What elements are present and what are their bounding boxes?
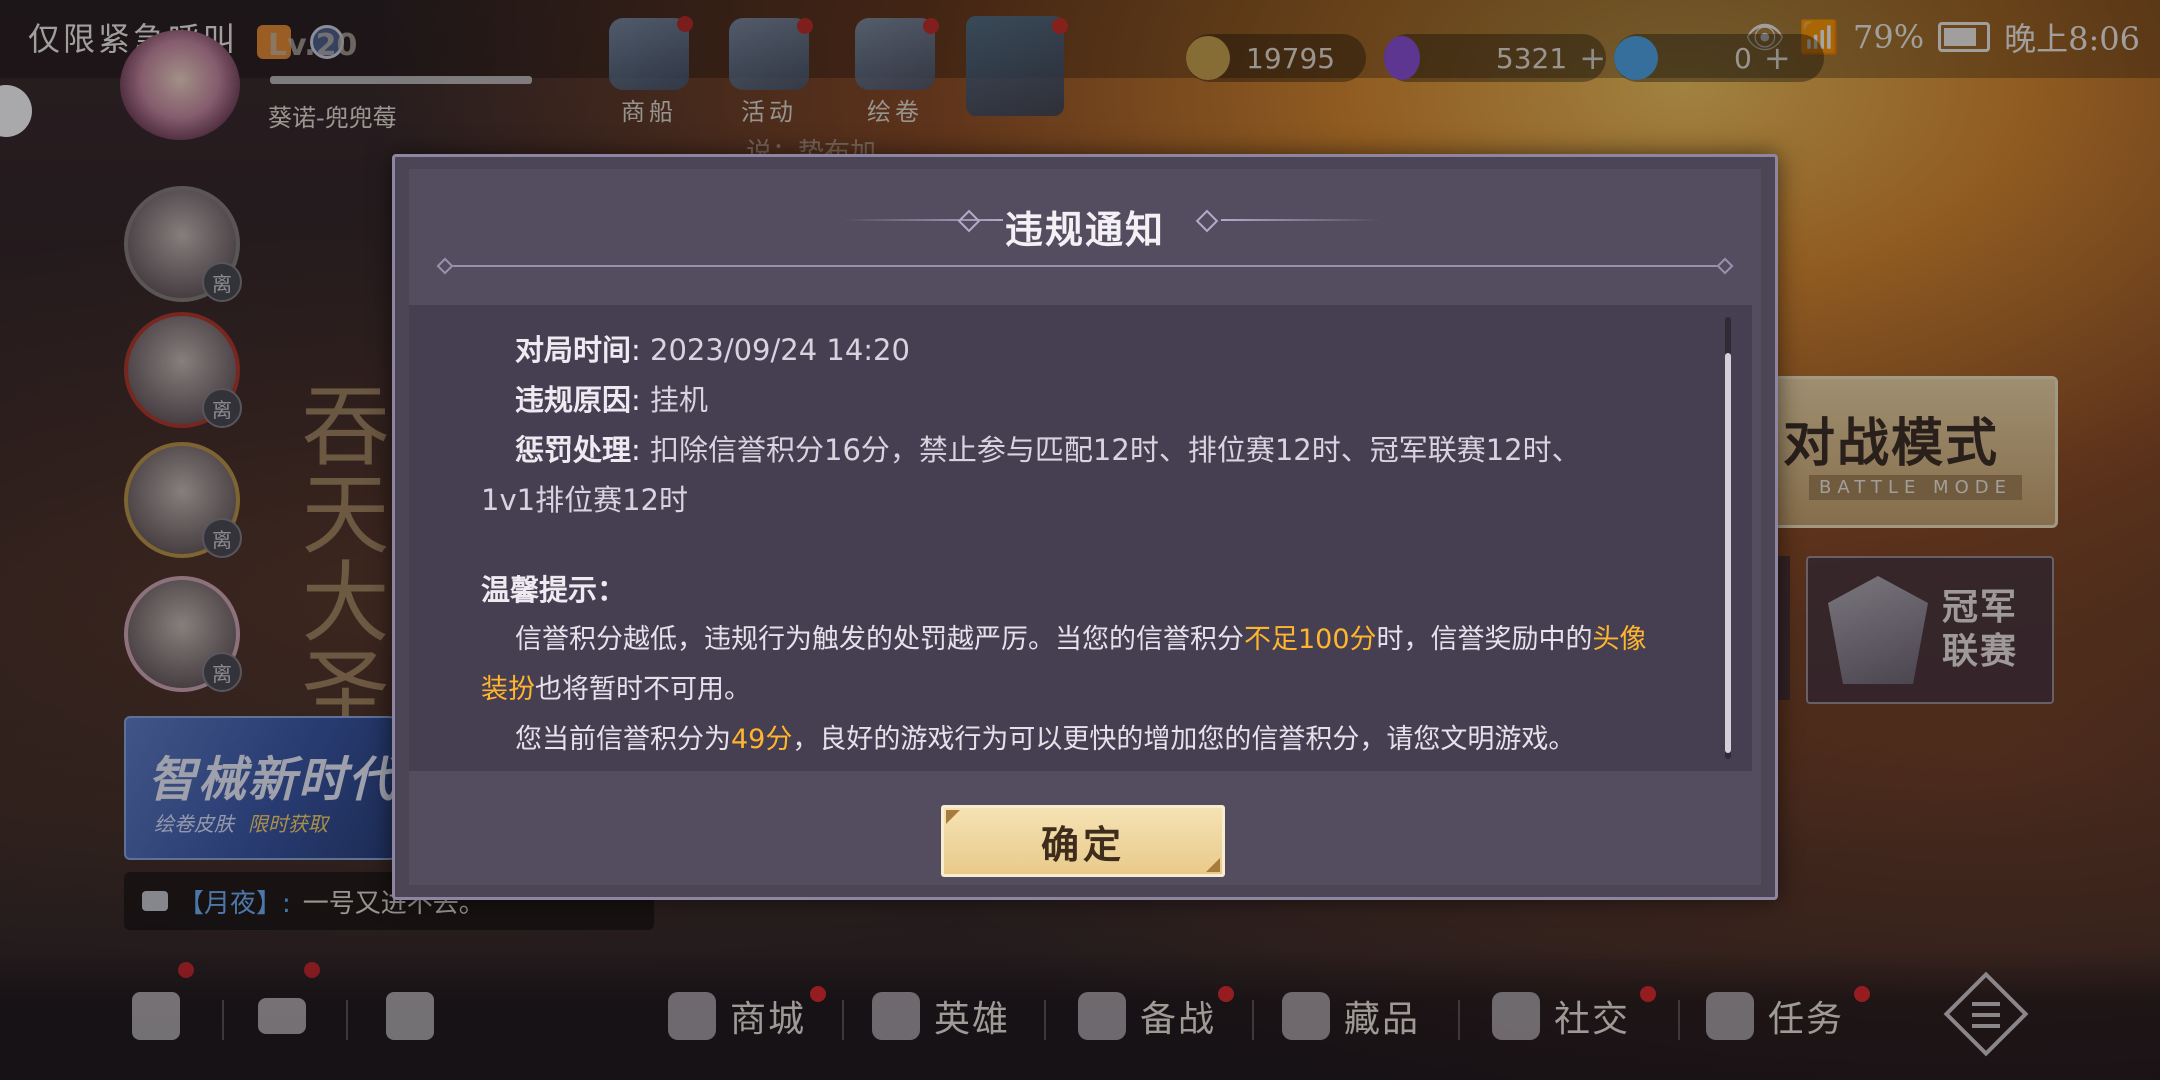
tip1-highlight-threshold: 不足100分 — [1244, 624, 1377, 655]
penalty-value-cont: 1v1排位赛12时 — [481, 483, 688, 517]
tip1-text-c: 也将暂时不可用。 — [535, 674, 751, 705]
dialog-title: 违规通知 — [1004, 208, 1165, 252]
tip2-text-b: ，良好的游戏行为可以更快的增加您的信誉积分，请您文明游戏。 — [792, 724, 1576, 755]
match-time-label: 对局时间 — [515, 333, 632, 367]
button-corner-decoration — [946, 810, 960, 824]
match-time-value: 2023/09/24 14:20 — [650, 333, 910, 367]
reason-value: 挂机 — [650, 383, 709, 417]
penalty-label: 惩罚处理 — [515, 433, 632, 467]
tip2-text-a: 您当前信誉积分为 — [515, 724, 731, 755]
tip1-text-a: 信誉积分越低，违规行为触发的处罚越严厉。当您的信誉积分 — [515, 624, 1244, 655]
penalty-row-continued: 1v1排位赛12时 — [481, 475, 1671, 525]
tip-paragraph-1-cont: 装扮也将暂时不可用。 — [481, 665, 1671, 715]
confirm-button[interactable]: 确定 — [941, 805, 1225, 877]
penalty-row: 惩罚处理: 扣除信誉积分16分，禁止参与匹配12时、排位赛12时、冠军联赛12时… — [515, 433, 1581, 467]
reason-label: 违规原因 — [515, 383, 632, 417]
penalty-value: 扣除信誉积分16分，禁止参与匹配12时、排位赛12时、冠军联赛12时、 — [650, 433, 1581, 467]
notice-content: 对局时间: 2023/09/24 14:20 违规原因: 挂机 惩罚处理: 扣除… — [481, 325, 1671, 765]
confirm-button-label: 确定 — [1040, 822, 1125, 867]
violation-notice-dialog: 违规通知 对局时间: 2023/09/24 14:20 违规原因: 挂机 惩罚处… — [392, 154, 1778, 900]
title-decoration-right — [1221, 219, 1381, 221]
tip-heading: 温馨提示： — [481, 573, 627, 607]
tip-paragraph-2: 您当前信誉积分为49分，良好的游戏行为可以更快的增加您的信誉积分，请您文明游戏。 — [481, 715, 1671, 765]
tip1-highlight-avatar: 头像 — [1592, 624, 1647, 655]
tip-paragraph-1: 信誉积分越低，违规行为触发的处罚越严厉。当您的信誉积分不足100分时，信誉奖励中… — [481, 615, 1671, 665]
scrollbar-thumb[interactable] — [1725, 353, 1731, 753]
tip2-highlight-score: 49分 — [731, 724, 793, 755]
tip1-text-b: 时，信誉奖励中的 — [1376, 624, 1593, 655]
button-corner-decoration — [1206, 858, 1220, 872]
tip1-highlight-outfit: 装扮 — [481, 674, 535, 705]
title-divider — [447, 265, 1723, 267]
reason-row: 违规原因: 挂机 — [515, 383, 709, 417]
match-time-row: 对局时间: 2023/09/24 14:20 — [515, 333, 910, 367]
